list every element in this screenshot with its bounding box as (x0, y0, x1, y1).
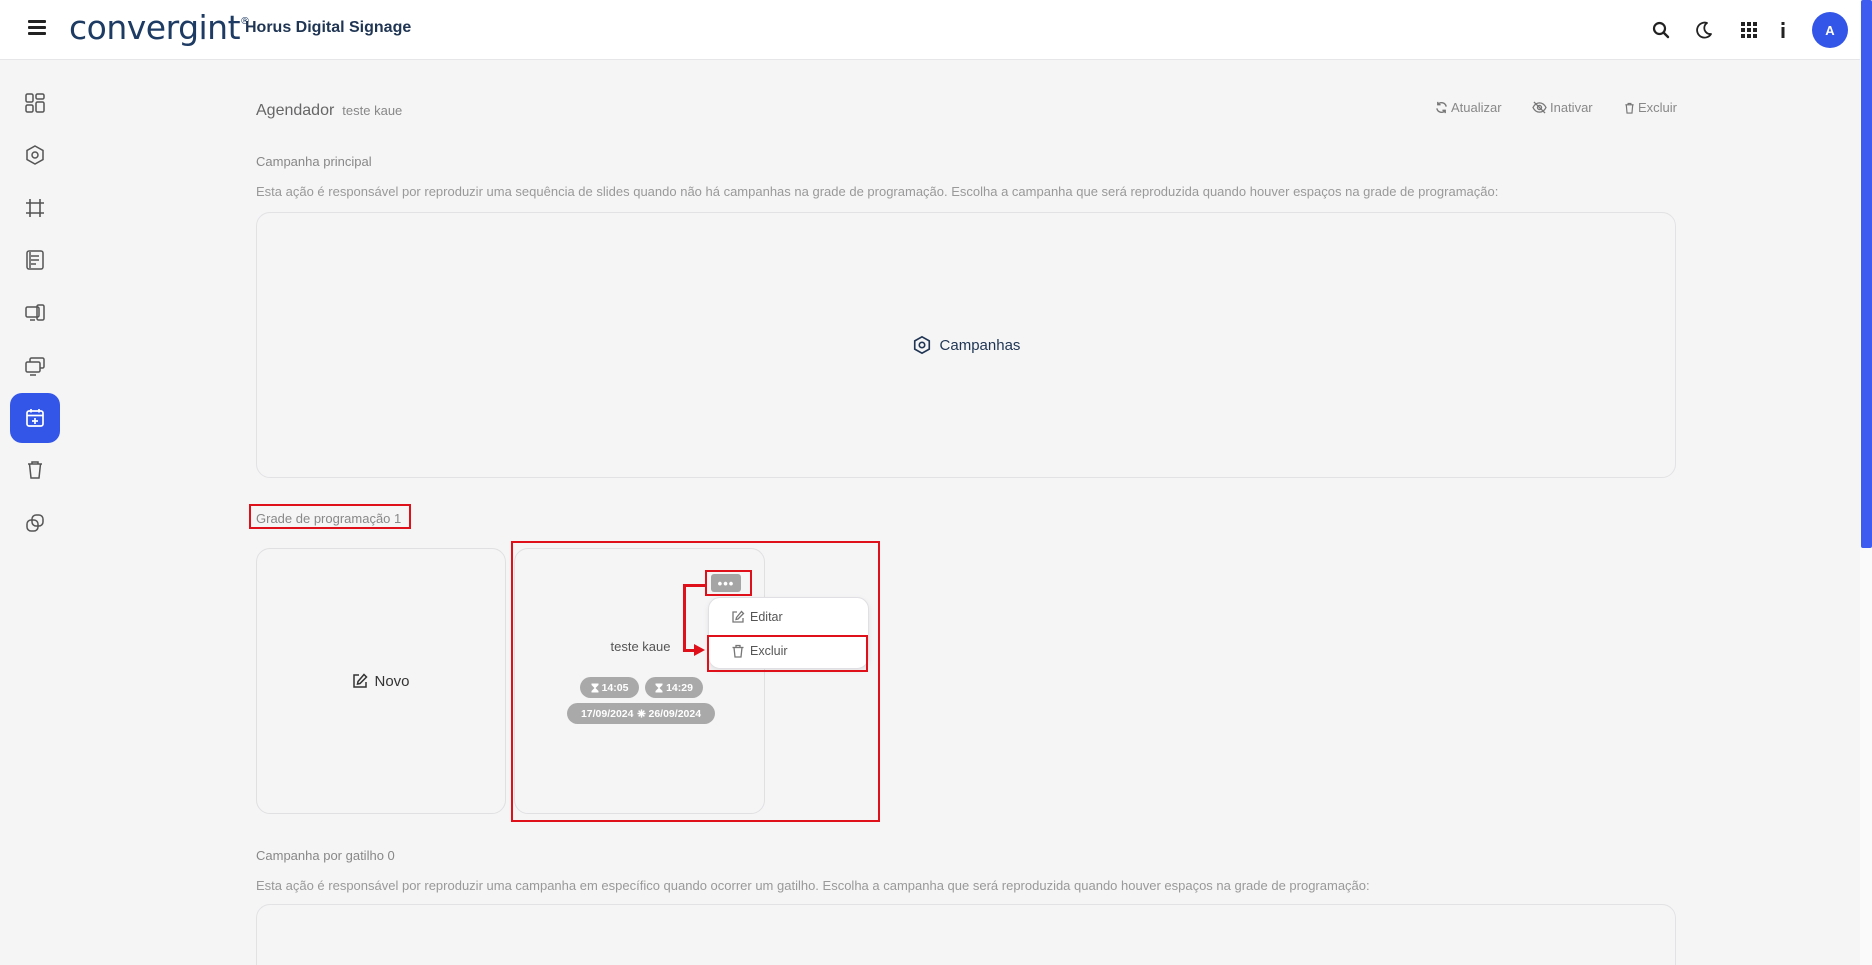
sidebar-item-integrations[interactable] (10, 498, 60, 548)
sidebar-item-trash[interactable] (10, 445, 60, 495)
dashboard-icon (25, 93, 45, 113)
refresh-button[interactable]: Atualizar (1435, 100, 1502, 115)
page-subtitle: teste kaue (342, 103, 403, 118)
delete-label: Excluir (1638, 100, 1678, 115)
sidebar-item-frames[interactable] (10, 183, 60, 233)
calendar-plus-icon (26, 409, 44, 427)
sidebar (0, 61, 72, 965)
page-title: Agendador (256, 102, 335, 119)
link-icon (26, 514, 44, 532)
refresh-label: Atualizar (1451, 100, 1502, 115)
page-header: Agendador teste kaue (256, 102, 402, 120)
trigger-campaign-description: Esta ação é responsável por reproduzir u… (256, 878, 1370, 893)
campaign-icon (26, 145, 44, 165)
user-avatar[interactable]: A (1812, 12, 1848, 48)
trash-icon (1625, 102, 1634, 114)
search-icon[interactable] (1650, 19, 1672, 41)
annotation-box-grid-label (249, 504, 411, 529)
apps-grid-icon[interactable] (1738, 19, 1760, 41)
main-campaign-label: Campanha principal (256, 154, 372, 169)
hamburger-menu-icon[interactable] (28, 20, 46, 38)
brand-logo[interactable]: convergint® (69, 8, 250, 47)
deactivate-button[interactable]: Inativar (1532, 100, 1593, 115)
moon-icon[interactable] (1693, 19, 1715, 41)
sidebar-item-devices[interactable] (10, 288, 60, 338)
sidebar-item-content[interactable] (10, 235, 60, 285)
annotation-arrow-head (694, 644, 705, 656)
campaigns-button[interactable]: Campanhas (257, 213, 1675, 477)
sidebar-item-screens[interactable] (10, 341, 60, 391)
sidebar-item-dashboard[interactable] (10, 78, 60, 128)
campaign-icon (913, 335, 930, 355)
new-schedule-label: Novo (374, 672, 410, 690)
annotation-arrow-vertical (683, 584, 686, 651)
trigger-campaign-panel (256, 904, 1676, 965)
screens-icon (25, 357, 45, 376)
campaigns-button-label: Campanhas (939, 336, 1021, 354)
top-bar: convergint® Horus Digital Signage A (0, 0, 1872, 60)
delete-scheduler-button[interactable]: Excluir (1624, 100, 1677, 115)
annotation-arrow-top (683, 584, 706, 587)
refresh-icon (1436, 101, 1447, 114)
edit-icon (353, 673, 369, 688)
frame-icon (26, 199, 44, 217)
newspaper-icon (26, 250, 44, 270)
main-campaign-description: Esta ação é responsável por reproduzir u… (256, 184, 1499, 199)
annotation-box-delete-item (707, 635, 868, 672)
main-campaign-panel: Campanhas (256, 212, 1676, 478)
annotation-box-options-button (705, 570, 752, 596)
sidebar-item-campaigns[interactable] (10, 130, 60, 180)
sidebar-item-scheduler[interactable] (10, 393, 60, 443)
eye-off-icon (1532, 101, 1547, 114)
info-icon[interactable] (1772, 19, 1794, 41)
devices-icon (25, 304, 45, 321)
scrollbar-thumb[interactable] (1861, 0, 1872, 548)
trash-icon (28, 461, 42, 479)
new-schedule-card[interactable]: Novo (256, 548, 506, 814)
app-title: Horus Digital Signage (245, 19, 412, 36)
trigger-campaign-label: Campanha por gatilho 0 (256, 848, 395, 863)
deactivate-label: Inativar (1550, 100, 1593, 115)
